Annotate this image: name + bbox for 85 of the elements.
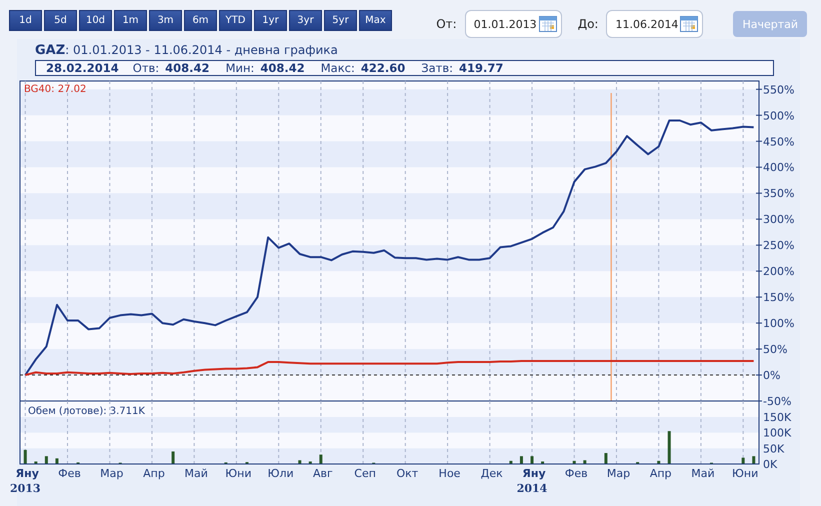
year-label: 2013 bbox=[10, 482, 41, 495]
y-tick-label: 0% bbox=[763, 369, 780, 382]
legend-text: BG40: 27.02 bbox=[24, 84, 86, 95]
info-value: 419.77 bbox=[459, 61, 504, 75]
y-tick-label: 200% bbox=[763, 265, 794, 278]
volume-bar bbox=[24, 450, 27, 464]
volume-bar bbox=[172, 451, 175, 464]
from-label: От: bbox=[436, 17, 457, 31]
to-label: До: bbox=[578, 17, 598, 31]
y-tick-label: 0K bbox=[763, 458, 778, 471]
period-button[interactable]: Max bbox=[359, 10, 392, 31]
y-tick-label: 300% bbox=[763, 213, 794, 226]
month-label: Юни bbox=[225, 467, 252, 480]
from-date-field[interactable]: 01.01.2013 bbox=[464, 10, 562, 38]
month-label: Май bbox=[184, 467, 208, 480]
period-button[interactable]: 3yr bbox=[289, 10, 322, 31]
y-tick-label: 50K bbox=[763, 442, 784, 456]
info-label: Затв: bbox=[421, 61, 454, 75]
month-label: Мар bbox=[100, 467, 124, 480]
y-tick-label: 550% bbox=[763, 83, 794, 96]
info-label: Отв: bbox=[132, 61, 160, 75]
volume-bar bbox=[319, 454, 322, 464]
info-value: 422.60 bbox=[360, 61, 406, 75]
volume-bar bbox=[668, 431, 671, 464]
volume-bar bbox=[752, 456, 756, 464]
y-tick-label: 450% bbox=[763, 135, 794, 148]
month-label: Яну bbox=[522, 467, 546, 480]
period-button[interactable]: YTD bbox=[219, 10, 252, 31]
calendar-icon[interactable] bbox=[538, 16, 557, 32]
y-tick-label: 400% bbox=[763, 161, 794, 174]
volume-bar bbox=[530, 456, 534, 464]
month-label: Авг bbox=[312, 467, 333, 480]
month-label: Дек bbox=[480, 467, 503, 480]
y-tick-label: 150% bbox=[763, 291, 794, 304]
month-label: Апр bbox=[650, 467, 672, 480]
y-tick-label: 100% bbox=[763, 317, 794, 330]
month-label: Юли bbox=[268, 467, 294, 480]
y-tick-label: 150K bbox=[763, 411, 792, 424]
volume-bar bbox=[55, 458, 58, 464]
period-button[interactable]: 1yr bbox=[254, 10, 287, 31]
period-button[interactable]: 6m bbox=[184, 10, 217, 31]
info-label: Мин: bbox=[226, 61, 254, 75]
volume-bar bbox=[742, 458, 745, 464]
info-label: Макс: bbox=[320, 61, 355, 75]
volume-legend: Обем (лотове): 3.711K bbox=[28, 406, 145, 417]
volume-bar bbox=[657, 460, 660, 464]
chart-title: GAZ: 01.01.2013 - 11.06.2014 - дневна графика bbox=[34, 42, 339, 60]
month-label: Сеп bbox=[354, 467, 376, 480]
volume-bar bbox=[509, 460, 512, 464]
volume-bar bbox=[308, 462, 312, 464]
y-tick-label: 350% bbox=[763, 187, 794, 200]
month-label: Окт bbox=[396, 467, 418, 480]
volume-bar bbox=[34, 462, 38, 464]
month-label: Апр bbox=[143, 467, 165, 480]
month-label: Юни bbox=[732, 467, 758, 480]
month-label: Яну bbox=[16, 467, 39, 480]
period-button[interactable]: 1m bbox=[114, 10, 147, 31]
info-date: 28.02.2014 bbox=[46, 61, 119, 75]
month-label: Ное bbox=[438, 467, 460, 480]
y-tick-label: 50% bbox=[763, 343, 788, 356]
y-tick-label: -50% bbox=[763, 395, 792, 408]
volume-bar bbox=[583, 460, 586, 464]
volume-bar bbox=[298, 460, 302, 464]
y-tick-label: 500% bbox=[763, 109, 794, 122]
y-tick-label: 250% bbox=[763, 239, 794, 252]
info-value: 408.42 bbox=[165, 61, 210, 75]
info-value: 408.42 bbox=[260, 61, 305, 75]
volume-bar bbox=[541, 462, 544, 464]
y-tick-label: 100K bbox=[763, 426, 792, 440]
period-button[interactable]: 5d bbox=[44, 10, 77, 31]
period-button[interactable]: 10d bbox=[79, 10, 112, 31]
volume-bar bbox=[44, 456, 48, 464]
to-date-field[interactable]: 11.06.2014 bbox=[606, 10, 704, 38]
year-label: 2014 bbox=[516, 482, 548, 495]
volume-bar bbox=[604, 453, 608, 464]
month-label: Май bbox=[691, 467, 715, 480]
month-label: Фев bbox=[58, 467, 81, 480]
month-label: Фев bbox=[564, 467, 588, 480]
volume-bar bbox=[572, 460, 576, 464]
period-button[interactable]: 3m bbox=[149, 10, 182, 31]
month-label: Мар bbox=[606, 467, 630, 480]
period-button[interactable]: 1d bbox=[9, 10, 42, 31]
period-button[interactable]: 5yr bbox=[324, 10, 357, 31]
volume-bar bbox=[520, 456, 523, 464]
calendar-icon[interactable] bbox=[680, 16, 698, 32]
